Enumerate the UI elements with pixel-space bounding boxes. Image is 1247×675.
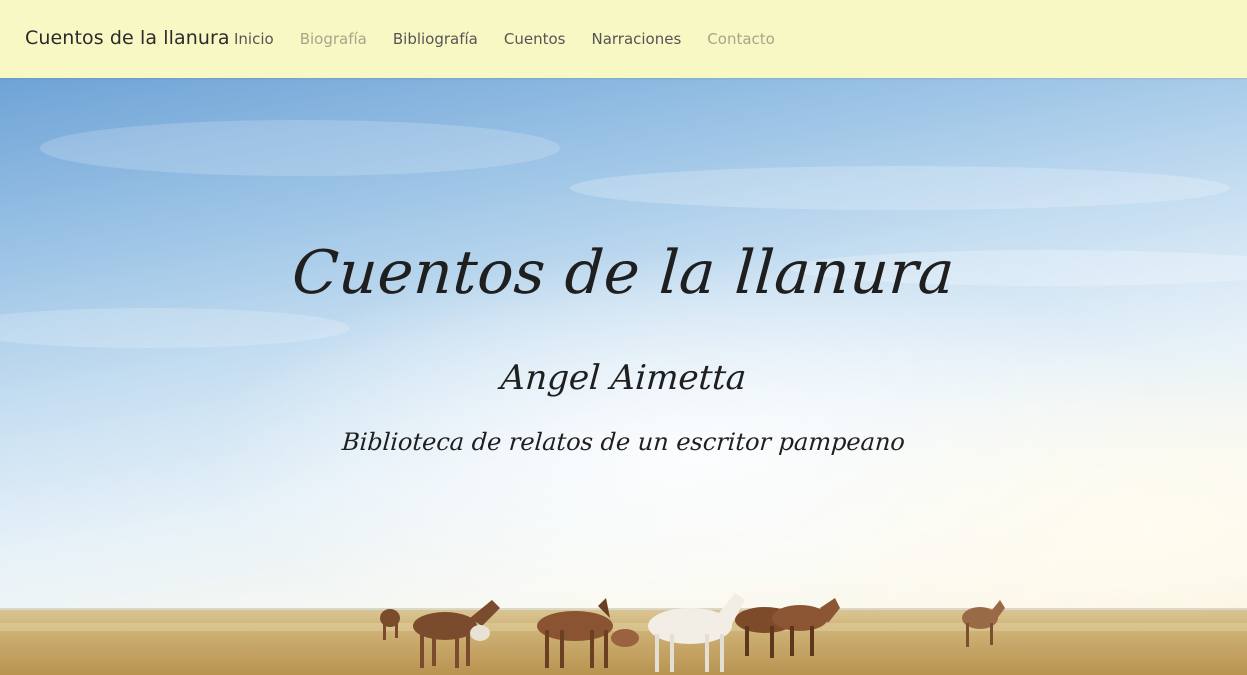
nav-item-narraciones[interactable]: Narraciones bbox=[591, 30, 681, 48]
nav-item-bibliografia[interactable]: Bibliografía bbox=[393, 30, 478, 48]
nav-item-inicio[interactable]: Inicio bbox=[234, 30, 274, 48]
brand-link[interactable]: Cuentos de la llanura bbox=[25, 27, 230, 49]
hero-title: Cuentos de la llanura bbox=[289, 238, 958, 308]
nav-item-cuentos[interactable]: Cuentos bbox=[504, 30, 566, 48]
hero-banner: Cuentos de la llanura Angel Aimetta Bibl… bbox=[0, 78, 1247, 675]
nav-menu: Inicio Biografía Bibliografía Cuentos Na… bbox=[234, 30, 801, 48]
nav-item-biografia[interactable]: Biografía bbox=[300, 30, 367, 48]
nav-item-contacto[interactable]: Contacto bbox=[707, 30, 775, 48]
hero-author: Angel Aimetta bbox=[499, 358, 748, 398]
top-navbar: Cuentos de la llanura Inicio Biografía B… bbox=[0, 0, 1247, 78]
hero-subtitle: Biblioteca de relatos de un escritor pam… bbox=[341, 428, 906, 456]
